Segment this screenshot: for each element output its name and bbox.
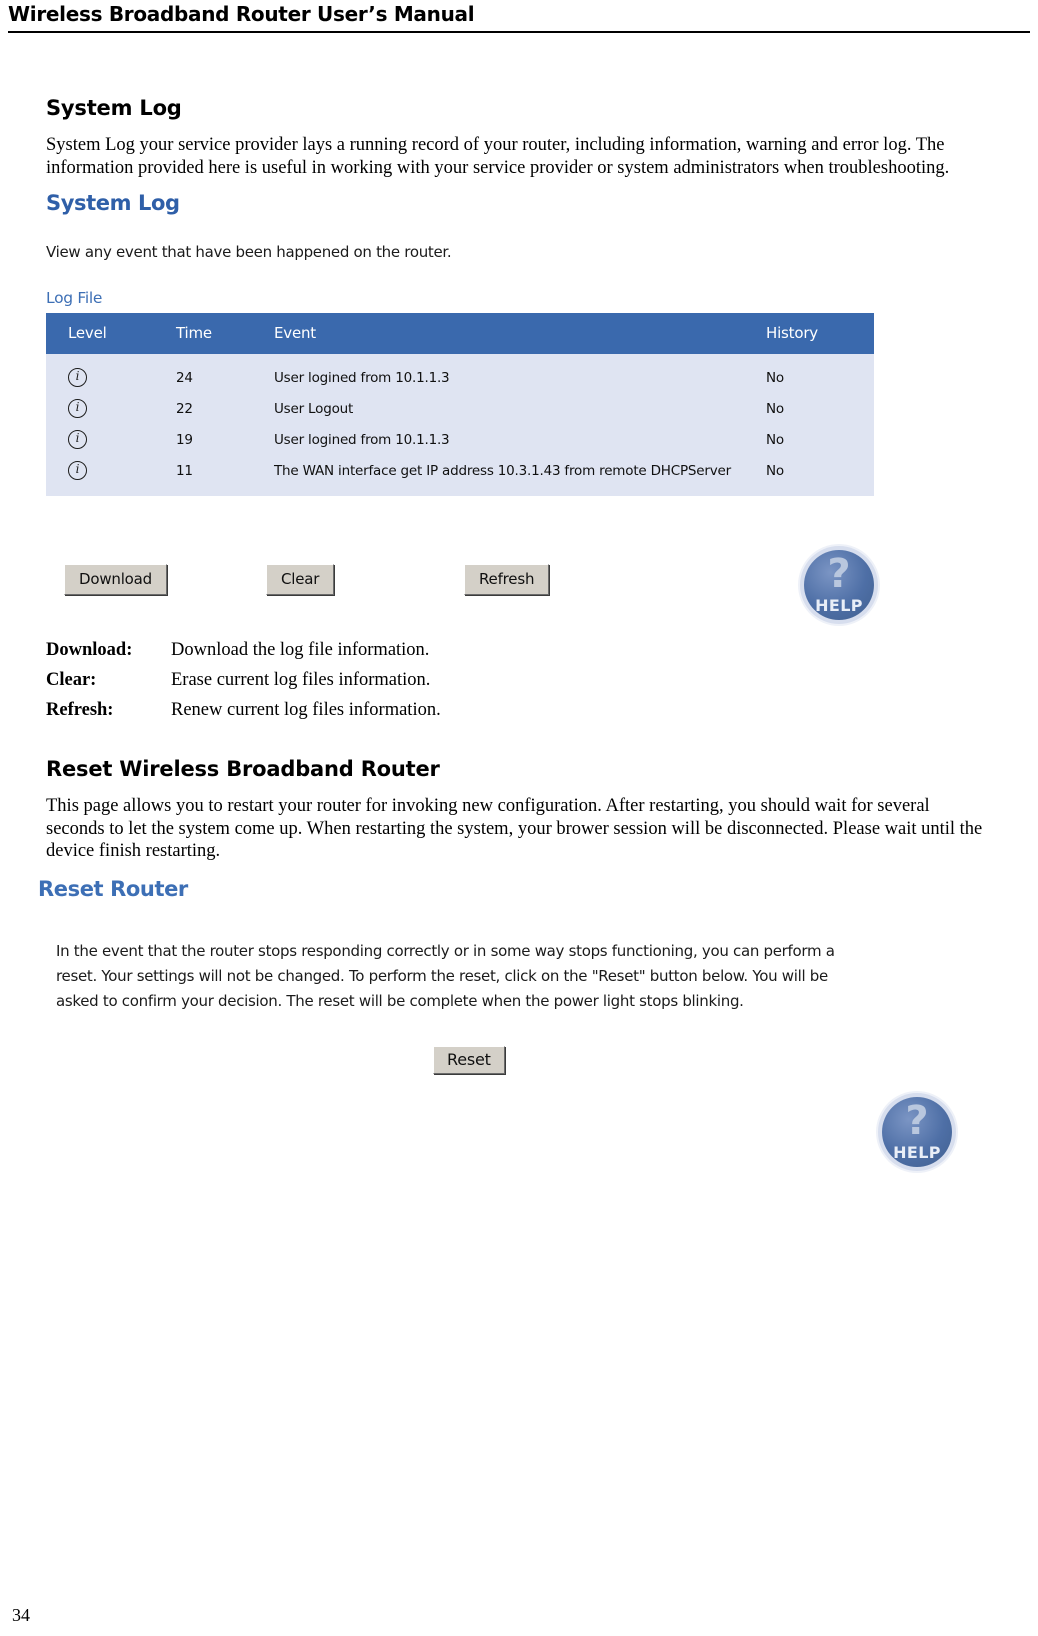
system-log-screenshot: System Log View any event that have been… — [46, 191, 992, 620]
cell-history: No — [766, 431, 784, 448]
description-term: Download: — [46, 640, 133, 660]
cell-level — [46, 354, 176, 393]
ui-page-title-system-log: System Log — [46, 191, 180, 215]
button-description-list: Download: Download the log file informat… — [46, 640, 992, 721]
reset-button[interactable]: Reset — [433, 1045, 505, 1074]
cell-time: 11 — [176, 462, 193, 479]
list-item: Download: Download the log file informat… — [46, 640, 992, 661]
table-row: 24 User logined from 10.1.1.3 No — [46, 354, 874, 393]
description-term: Clear: — [46, 670, 97, 690]
info-icon — [68, 399, 87, 418]
system-log-button-row: Download Clear Refresh ? HELP — [46, 540, 992, 620]
cell-event: User Logout — [274, 400, 354, 417]
list-item: Clear: Erase current log files informati… — [46, 670, 992, 691]
info-icon — [68, 368, 87, 387]
cell-history: No — [766, 369, 784, 386]
section-heading-reset-router: Reset Wireless Broadband Router — [46, 757, 440, 781]
cell-time: 22 — [176, 400, 193, 417]
table-row: 11 The WAN interface get IP address 10.3… — [46, 455, 874, 496]
reset-router-screenshot: Reset Router In the event that the route… — [38, 877, 968, 1207]
ui-page-title-reset-router: Reset Router — [38, 876, 188, 901]
table-row: 22 User Logout No — [46, 393, 874, 424]
description-text: Download the log file information. — [171, 640, 430, 660]
column-header-time: Time — [176, 313, 274, 354]
page-running-header: Wireless Broadband Router User’s Manual — [8, 0, 1030, 34]
section-heading-system-log: System Log — [46, 96, 182, 120]
help-icon[interactable]: ? HELP — [804, 550, 874, 620]
header-divider — [8, 31, 1030, 33]
refresh-button[interactable]: Refresh — [464, 564, 550, 595]
question-mark-icon: ? — [827, 551, 851, 597]
cell-level — [46, 455, 176, 496]
section-paragraph-reset-router: This page allows you to restart your rou… — [46, 796, 983, 861]
reset-router-instructions: In the event that the router stops respo… — [56, 941, 835, 1010]
ui-group-label-log-file: Log File — [46, 289, 103, 307]
ui-subtitle-system-log: View any event that have been happened o… — [46, 243, 452, 261]
cell-history: No — [766, 400, 784, 417]
column-header-level: Level — [46, 313, 176, 354]
list-item: Refresh: Renew current log files informa… — [46, 700, 992, 721]
clear-button[interactable]: Clear — [266, 564, 335, 595]
table-row: 19 User logined from 10.1.1.3 No — [46, 424, 874, 455]
section-paragraph-system-log: System Log your service provider lays a … — [46, 135, 950, 178]
help-label: HELP — [815, 596, 863, 615]
question-mark-icon: ? — [905, 1097, 929, 1144]
page-content: System Log System Log your service provi… — [38, 96, 992, 1207]
cell-event: User logined from 10.1.1.3 — [274, 431, 450, 448]
cell-event: The WAN interface get IP address 10.3.1.… — [274, 462, 731, 479]
description-text: Renew current log files information. — [171, 700, 441, 720]
download-button[interactable]: Download — [64, 564, 167, 595]
log-file-table: Level Time Event History 24 User logined… — [46, 313, 874, 496]
description-term: Refresh: — [46, 700, 114, 720]
table-header-row: Level Time Event History — [46, 313, 874, 354]
description-text: Erase current log files information. — [171, 670, 431, 690]
reset-button-row: Reset — [38, 1045, 968, 1074]
info-icon — [68, 430, 87, 449]
help-label: HELP — [893, 1142, 941, 1162]
cell-level — [46, 393, 176, 424]
cell-event: User logined from 10.1.1.3 — [274, 369, 450, 386]
manual-title: Wireless Broadband Router User’s Manual — [8, 2, 475, 26]
info-icon — [68, 461, 87, 480]
column-header-history: History — [760, 313, 874, 354]
column-header-event: Event — [274, 313, 760, 354]
help-icon[interactable]: ? HELP — [882, 1096, 952, 1167]
cell-time: 19 — [176, 431, 193, 448]
page-number: 34 — [12, 1605, 30, 1625]
cell-history: No — [766, 462, 784, 479]
cell-level — [46, 424, 176, 455]
cell-time: 24 — [176, 369, 193, 386]
